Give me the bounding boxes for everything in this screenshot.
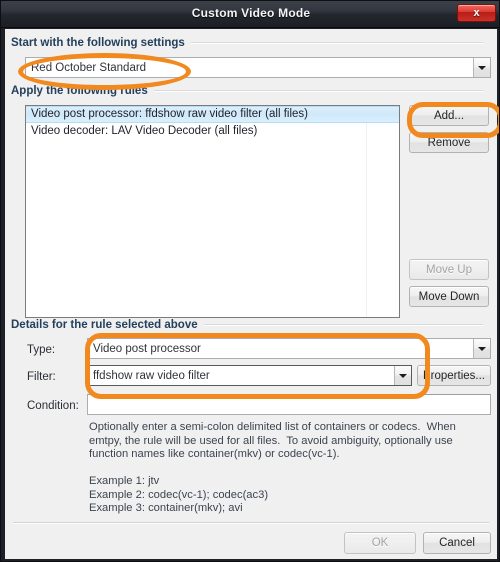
group-label-details: Details for the rule selected above (11, 319, 198, 331)
list-item-label: Video decoder: LAV Video Decoder (all fi… (31, 125, 258, 137)
list-item[interactable]: Video post processor: ffdshow raw video … (26, 106, 399, 123)
remove-button[interactable]: Remove (409, 132, 489, 153)
footer-divider (13, 522, 489, 524)
group-rule-line (190, 42, 483, 44)
preset-combobox[interactable]: Red October Standard (25, 57, 491, 78)
list-item-label: Video post processor: ffdshow raw video … (31, 108, 308, 120)
dialog-window: Custom Video Mode x Start with the follo… (0, 0, 500, 562)
close-icon[interactable]: x (457, 4, 496, 22)
type-label: Type: (27, 344, 56, 356)
rules-listbox[interactable]: Video post processor: ffdshow raw video … (25, 105, 400, 318)
group-rule-line (153, 90, 483, 92)
type-combobox[interactable]: Video post processor (87, 338, 491, 359)
ok-button[interactable]: OK (344, 532, 416, 554)
group-header-start-settings: Start with the following settings (11, 37, 491, 49)
move-down-button[interactable]: Move Down (409, 286, 489, 307)
group-rule-line (203, 324, 483, 326)
window-title: Custom Video Mode (191, 6, 311, 20)
group-label-apply-rules: Apply the following rules (11, 85, 148, 97)
preset-combobox-value: Red October Standard (31, 61, 147, 74)
list-item[interactable]: Video decoder: LAV Video Decoder (all fi… (26, 123, 399, 140)
cancel-button[interactable]: Cancel (423, 532, 491, 554)
title-bar: Custom Video Mode x (1, 1, 499, 28)
add-button[interactable]: Add... (409, 105, 489, 126)
filter-label: Filter: (27, 371, 56, 383)
type-combobox-value: Video post processor (93, 342, 201, 355)
filter-combobox[interactable]: ffdshow raw video filter (87, 365, 412, 386)
group-header-details: Details for the rule selected above (11, 319, 491, 331)
chevron-down-icon[interactable] (394, 366, 411, 385)
chevron-down-icon[interactable] (473, 58, 490, 77)
condition-examples-text: Example 1: jtv Example 2: codec(vc-1); c… (89, 475, 269, 514)
dialog-client-area: Start with the following settings Red Oc… (5, 29, 497, 559)
condition-help-text: Optionally enter a semi-colon delimited … (89, 421, 456, 460)
chevron-down-icon[interactable] (473, 339, 490, 358)
move-up-button[interactable]: Move Up (409, 259, 489, 280)
group-label-start-settings: Start with the following settings (11, 37, 185, 49)
properties-button[interactable]: Properties... (417, 365, 491, 386)
filter-combobox-value: ffdshow raw video filter (93, 369, 210, 382)
group-header-apply-rules: Apply the following rules (11, 85, 491, 97)
condition-input[interactable] (87, 394, 491, 415)
